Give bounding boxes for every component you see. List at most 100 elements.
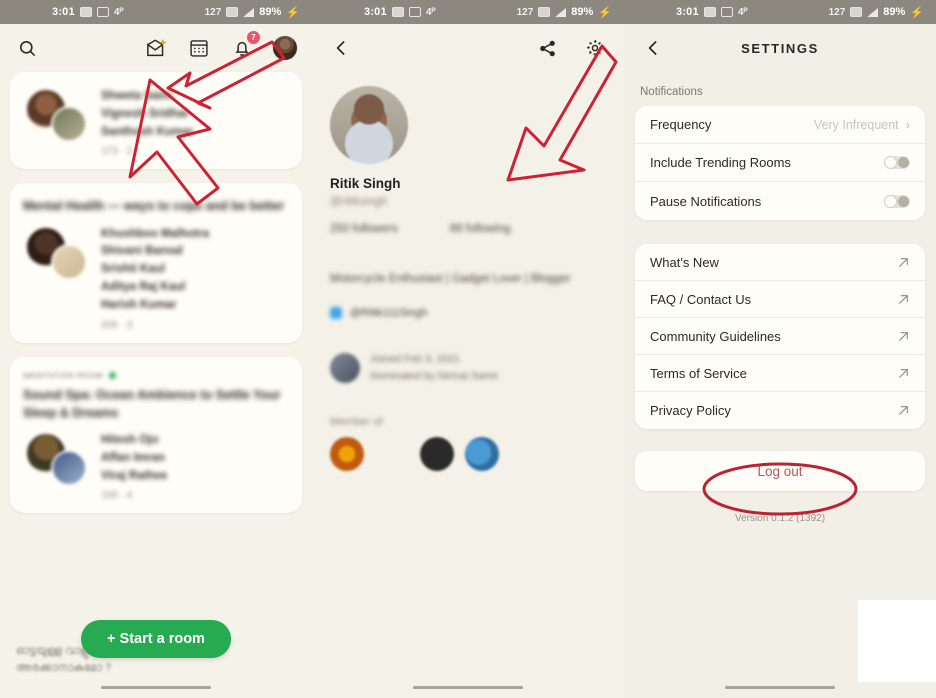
settings-row-community-guidelines[interactable]: Community Guidelines	[635, 318, 925, 355]
settings-row-label: FAQ / Contact Us	[650, 291, 752, 307]
profile-large-avatar[interactable]	[330, 86, 408, 164]
member-clubs-row	[330, 436, 606, 471]
signal-icon	[867, 7, 879, 17]
profile-toolbar	[312, 24, 624, 72]
include-trending-rooms-toggle[interactable]	[884, 156, 910, 169]
status-bar-left: 3:01 4ᴾ	[52, 6, 124, 18]
gesture-bar	[101, 686, 211, 689]
speaker-name: Hitesh Ojo	[101, 433, 159, 446]
screenshot-icon	[720, 7, 733, 17]
status-bar: 3:01 4ᴾ 127 89% ⚡	[0, 0, 312, 24]
avatar	[51, 243, 87, 280]
back-chevron-icon[interactable]	[328, 35, 354, 61]
start-a-room-button[interactable]: + Start a room	[81, 620, 231, 658]
nfc-icon: 4ᴾ	[425, 6, 436, 18]
footer-text-line2: അരക്കാനാകുമോ ?	[16, 661, 112, 674]
settings-row-label: Pause Notifications	[650, 193, 762, 209]
network-speed-label: 127	[204, 6, 222, 18]
following-count[interactable]: 88 following	[450, 223, 511, 235]
room-meta: 173 · 2	[101, 146, 133, 158]
room-card-body: Hitesh Ojo Affan Imran Viraj Rathee 100 …	[23, 430, 289, 501]
charging-bolt-icon: ⚡	[910, 6, 924, 19]
avatar	[51, 106, 87, 142]
envelope-sparkle-icon[interactable]	[143, 35, 169, 61]
external-link-icon	[899, 406, 908, 415]
settings-row-faq-contact-us[interactable]: FAQ / Contact Us	[635, 281, 925, 318]
room-feed[interactable]: Shweta Saini Vignesh Sridhar Santhosh Ku…	[0, 72, 312, 514]
gesture-bar	[725, 686, 835, 689]
pause-notifications-toggle[interactable]	[884, 194, 910, 208]
log-out-label: Log out	[757, 463, 803, 479]
battery-percent: 89%	[571, 6, 594, 18]
notifications-section-label: Notifications	[640, 86, 703, 98]
room-card-body: Shweta Saini Vignesh Sridhar Santhosh Ku…	[23, 86, 289, 157]
bell-icon[interactable]: 7	[229, 31, 260, 61]
nfc-icon: 4ᴾ	[737, 6, 748, 18]
search-icon[interactable]	[14, 35, 40, 61]
settings-row-right	[897, 293, 910, 306]
followers-count[interactable]: 250 followers	[330, 223, 398, 235]
settings-row-label: Frequency	[650, 117, 712, 132]
room-card-body: Khushboo Malhotra Shivani Bansal Srishti…	[23, 224, 289, 331]
club-avatar[interactable]	[420, 436, 454, 471]
external-link-icon	[899, 368, 908, 378]
settings-row-right	[897, 330, 910, 343]
room-card[interactable]: Shweta Saini Vignesh Sridhar Santhosh Ku…	[10, 72, 302, 170]
settings-row-include-trending-rooms[interactable]: Include Trending Rooms	[635, 144, 925, 182]
notifications-group: Frequency Very Infrequent › Include Tren…	[635, 106, 925, 220]
speaker-avatars	[23, 430, 89, 492]
nomination-text: Joined Feb 3, 2021 Nominated by Nirmal S…	[370, 351, 498, 386]
room-topic: MEDITATION ROOM	[23, 371, 289, 380]
profile-counts: 250 followers 88 following	[330, 223, 606, 235]
settings-row-right	[897, 404, 910, 417]
calendar-icon[interactable]	[186, 35, 212, 61]
settings-row-terms-of-service[interactable]: Terms of Service	[635, 355, 925, 392]
club-avatar[interactable]	[465, 436, 499, 471]
signal-icon	[555, 7, 567, 17]
settings-row-privacy-policy[interactable]: Privacy Policy	[635, 392, 925, 429]
frequency-value: Very Infrequent	[813, 117, 899, 132]
profile-avatar[interactable]	[272, 35, 298, 61]
room-card[interactable]: Mental Health — ways to cope and be bett…	[10, 183, 302, 343]
status-bar: 3:01 4ᴾ 127 89% ⚡	[624, 0, 936, 24]
status-time: 3:01	[364, 6, 387, 18]
nfc-icon: 4ᴾ	[113, 6, 124, 18]
share-icon[interactable]	[534, 35, 560, 61]
nominated-by: Nominated by Nirmal Samir	[370, 370, 499, 383]
room-topic-label: MEDITATION ROOM	[23, 370, 103, 380]
status-time: 3:01	[52, 6, 75, 18]
room-card[interactable]: MEDITATION ROOM Sound Spa: Ocean Ambienc…	[10, 356, 302, 514]
twitter-handle-row[interactable]: @Ritik111Singh	[330, 307, 606, 319]
page-title: SETTINGS	[741, 40, 819, 56]
club-avatar[interactable]	[375, 437, 409, 471]
settings-row-whats-new[interactable]: What's New	[635, 244, 925, 281]
settings-row-label: Privacy Policy	[650, 403, 731, 418]
speaker-name: Aditya Raj Kaul	[101, 281, 186, 293]
screenshot-icon	[408, 7, 421, 17]
room-meta: 205 · 3	[101, 319, 133, 331]
settings-toolbar: SETTINGS	[624, 24, 936, 72]
alarm-icon	[850, 7, 863, 17]
settings-row-frequency[interactable]: Frequency Very Infrequent ›	[635, 106, 925, 144]
settings-row-label: Community Guidelines	[650, 328, 781, 344]
speaker-name: Santhosh Kumar	[101, 125, 194, 138]
log-out-button[interactable]: Log out	[635, 451, 925, 491]
nominator-avatar[interactable]	[330, 353, 360, 384]
room-title: Sound Spa: Ocean Ambience to Settle Your…	[23, 387, 281, 420]
external-link-icon	[899, 294, 908, 304]
settings-row-right	[897, 256, 910, 269]
links-group: What's New FAQ / Contact Us Community Gu…	[635, 244, 925, 429]
speaker-name: Viraj Rathee	[101, 469, 168, 482]
screenshot-root: 3:01 4ᴾ 127 89% ⚡ 7 Shweta Saini Vignesh…	[0, 0, 936, 698]
gear-icon[interactable]	[582, 35, 608, 61]
settings-row-pause-notifications[interactable]: Pause Notifications	[635, 182, 925, 220]
settings-row-right	[884, 156, 910, 169]
back-chevron-icon[interactable]	[640, 35, 666, 61]
speaker-name: Shweta Saini	[101, 90, 172, 102]
club-avatar[interactable]	[330, 436, 364, 471]
settings-row-right: Very Infrequent ›	[814, 117, 910, 132]
network-speed-label: 127	[516, 6, 534, 18]
room-title: Mental Health — ways to cope and be bett…	[23, 199, 285, 214]
chevron-right-icon: ›	[905, 117, 910, 132]
speaker-name: Affan Imran	[101, 451, 165, 464]
